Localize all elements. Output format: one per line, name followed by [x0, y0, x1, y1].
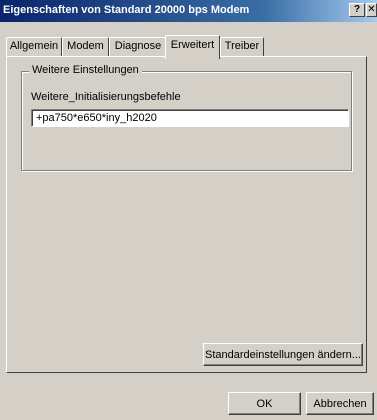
- cancel-button[interactable]: Abbrechen: [306, 392, 374, 415]
- ok-button[interactable]: OK: [228, 392, 301, 415]
- tab-modem[interactable]: Modem: [62, 37, 109, 57]
- title-bar[interactable]: Eigenschaften von Standard 20000 bps Mod…: [0, 0, 377, 22]
- window-title: Eigenschaften von Standard 20000 bps Mod…: [3, 4, 250, 16]
- tab-allgemein[interactable]: Allgemein: [6, 37, 62, 57]
- tab-erweitert[interactable]: Erweitert: [165, 35, 220, 59]
- help-button[interactable]: ?: [349, 3, 365, 17]
- tab-panel-erweitert: Weitere Einstellungen Weitere_Initialisi…: [6, 56, 367, 373]
- close-icon: ✕: [367, 4, 376, 15]
- tab-diagnose[interactable]: Diagnose: [109, 37, 167, 57]
- change-defaults-button[interactable]: Standardeinstellungen ändern...: [203, 343, 363, 366]
- modem-properties-dialog: Eigenschaften von Standard 20000 bps Mod…: [0, 0, 377, 420]
- help-icon: ?: [353, 4, 361, 15]
- init-commands-input[interactable]: [31, 109, 349, 127]
- tab-treiber[interactable]: Treiber: [220, 37, 264, 57]
- init-commands-label: Weitere_Initialisierungsbefehle: [31, 91, 181, 103]
- close-button[interactable]: ✕: [366, 3, 377, 17]
- group-title: Weitere Einstellungen: [29, 64, 142, 76]
